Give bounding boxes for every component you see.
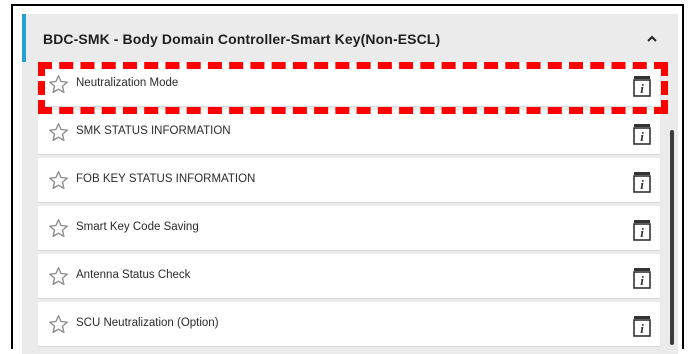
star-outline-icon[interactable] (48, 218, 69, 239)
info-icon[interactable]: i (632, 219, 652, 241)
star-outline-icon[interactable] (48, 266, 69, 287)
svg-text:i: i (640, 177, 644, 192)
star-outline-icon[interactable] (48, 122, 69, 143)
svg-text:i: i (640, 225, 644, 240)
info-icon[interactable]: i (632, 75, 652, 97)
star-outline-icon[interactable] (48, 170, 69, 191)
chevron-up-icon[interactable] (645, 33, 659, 45)
list-item-label: Antenna Status Check (76, 269, 191, 281)
list-item-label: Neutralization Mode (76, 77, 179, 89)
list-item-label: SMK STATUS INFORMATION (76, 125, 231, 137)
list-item-label: Smart Key Code Saving (76, 221, 199, 233)
svg-text:i: i (640, 321, 644, 336)
panel-accent-bar (22, 14, 26, 62)
info-icon[interactable]: i (632, 171, 652, 193)
svg-text:i: i (640, 273, 644, 288)
svg-text:i: i (640, 129, 644, 144)
list-item-label: SCU Neutralization (Option) (76, 317, 219, 329)
list-item-fob-key-status-information[interactable]: FOB KEY STATUS INFORMATION i (38, 158, 660, 203)
star-outline-icon[interactable] (48, 314, 69, 335)
info-icon[interactable]: i (632, 123, 652, 145)
panel-title[interactable]: BDC-SMK - Body Domain Controller-Smart K… (43, 31, 440, 47)
star-outline-icon[interactable] (48, 74, 69, 95)
info-icon[interactable]: i (632, 267, 652, 289)
list-item-antenna-status-check[interactable]: Antenna Status Check i (38, 254, 660, 299)
list-item-label: FOB KEY STATUS INFORMATION (76, 173, 256, 185)
list-item-smart-key-code-saving[interactable]: Smart Key Code Saving i (38, 206, 660, 251)
list-item-scu-neutralization-option[interactable]: SCU Neutralization (Option) i (38, 302, 660, 347)
list-item-neutralization-mode[interactable]: Neutralization Mode i (38, 62, 660, 107)
list-item-smk-status-information[interactable]: SMK STATUS INFORMATION i (38, 110, 660, 155)
svg-text:i: i (640, 81, 644, 96)
info-icon[interactable]: i (632, 315, 652, 337)
scrollbar[interactable] (670, 130, 674, 345)
